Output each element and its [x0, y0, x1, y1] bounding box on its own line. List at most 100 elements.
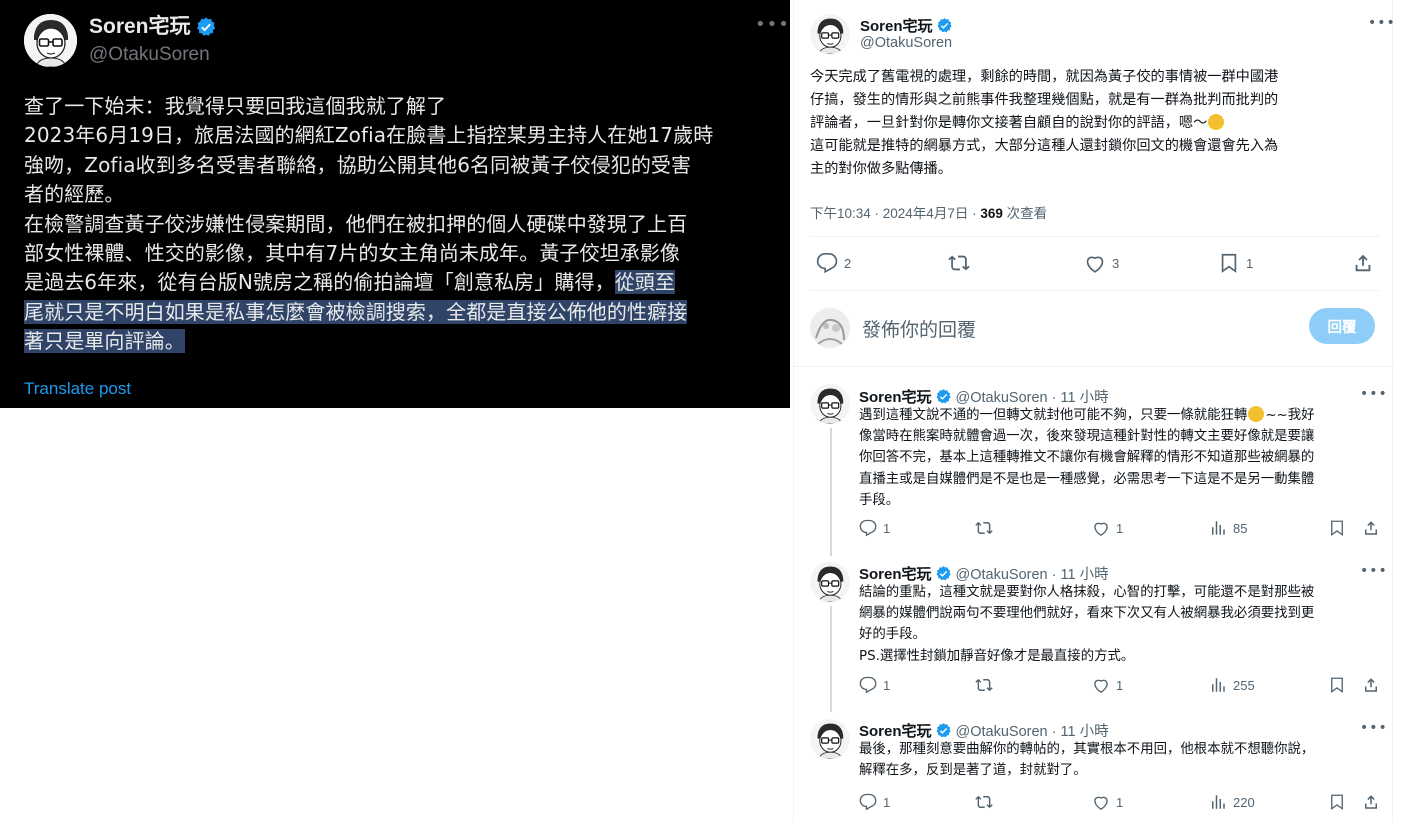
tweet-line: 強吻，Zofia收到多名受害者聯絡，協助公開其他6名同被黃子佼侵犯的受害	[24, 152, 692, 177]
more-icon[interactable]: •••	[755, 13, 790, 37]
views-count: 255	[1233, 677, 1255, 693]
author-name-row[interactable]: Soren宅玩 @OtakuSoren · 11 小時	[859, 720, 1109, 741]
reply-line-text: 遇到這種文說不通的一但轉文就封他可能不夠，只要一條就能狂轉	[859, 408, 1248, 423]
verified-badge-icon	[935, 722, 952, 739]
like-button[interactable]: 3	[1084, 252, 1119, 274]
author-handle-time[interactable]: @OtakuSoren · 11 小時	[956, 386, 1109, 407]
share-button[interactable]	[1362, 519, 1380, 537]
like-icon	[1084, 252, 1106, 274]
author-name-row[interactable]: Soren宅玩	[89, 14, 217, 40]
author-name[interactable]: Soren宅玩	[859, 563, 932, 584]
reply-submit-button[interactable]: 回覆	[1309, 308, 1375, 344]
bookmark-icon	[1218, 252, 1240, 274]
share-button[interactable]	[1362, 793, 1380, 811]
views-button[interactable]: 220	[1209, 793, 1255, 811]
highlighted-text: 著只是單向評論。	[24, 329, 185, 354]
reply-line: 遇到這種文說不通的一但轉文就封他可能不夠，只要一條就能狂轉 ~~我好	[859, 405, 1379, 426]
bookmark-icon	[1328, 676, 1346, 694]
views-icon	[1209, 793, 1227, 811]
bookmark-button[interactable]: 1	[1218, 252, 1253, 274]
reply-button[interactable]: 1	[859, 676, 890, 694]
tweet-line: 2023年6月19日，旅居法國的網紅Zofia在臉書上指控某男主持人在她17歲時	[24, 123, 714, 148]
verified-badge-icon	[935, 565, 952, 582]
like-icon	[1092, 676, 1110, 694]
author-name-row[interactable]: Soren宅玩	[860, 15, 953, 36]
more-icon[interactable]: •••	[1360, 386, 1388, 402]
more-icon[interactable]: •••	[1368, 15, 1396, 31]
verified-badge-icon	[935, 388, 952, 405]
tweet-line: 是過去6年來，從有台版N號房之稱的偷拍論壇「創意私房」購得，從頭至	[24, 268, 784, 297]
views-button[interactable]: 255	[1209, 676, 1255, 694]
tweet-line: 著只是單向評論。	[24, 327, 784, 356]
like-button[interactable]: 1	[1092, 793, 1123, 811]
more-icon[interactable]: •••	[1360, 720, 1388, 736]
bookmark-button[interactable]	[1328, 676, 1346, 694]
author-name[interactable]: Soren宅玩	[859, 386, 932, 407]
retweet-icon	[975, 676, 993, 694]
author-name[interactable]: Soren宅玩	[89, 14, 191, 40]
author-name-row[interactable]: Soren宅玩 @OtakuSoren · 11 小時	[859, 563, 1109, 584]
share-icon	[1362, 519, 1380, 537]
avatar[interactable]	[810, 719, 850, 759]
reply-count: 2	[844, 255, 852, 271]
timestamp[interactable]: 下午10:34 · 2024年4月7日 ·	[810, 206, 980, 221]
tweet-line: 部女性裸體、性交的影像，其中有7片的女主角尚未成年。黃子佼坦承影像	[24, 241, 681, 266]
retweet-icon	[948, 252, 970, 274]
tweet-line-text: 是過去6年來，從有台版N號房之稱的偷拍論壇「創意私房」購得，	[24, 270, 615, 295]
like-count: 1	[1116, 794, 1124, 810]
bookmark-button[interactable]	[1328, 519, 1346, 537]
author-handle[interactable]: @OtakuSoren	[89, 43, 210, 67]
verified-badge-icon	[936, 17, 953, 34]
tweet-line-text: 評論者，一旦針對你是轉你文接著自顧自的說對你的評語，嗯～	[810, 115, 1208, 131]
author-handle[interactable]: @OtakuSoren	[860, 35, 952, 51]
reply-line: 直播主或是自媒體們是不是也是一種感覺，必需思考一下這是不是另一動集體	[859, 471, 1315, 487]
retweet-button[interactable]	[975, 676, 993, 694]
reply-text: 遇到這種文說不通的一但轉文就封他可能不夠，只要一條就能狂轉 ~~我好 像當時在熊案…	[859, 405, 1379, 511]
like-count: 1	[1116, 520, 1124, 536]
divider	[794, 366, 1394, 367]
view-count: 369	[980, 206, 1003, 221]
bookmark-icon	[1328, 793, 1346, 811]
retweet-button[interactable]	[975, 519, 993, 537]
verified-badge-icon	[195, 16, 217, 38]
like-button[interactable]: 1	[1092, 519, 1123, 537]
thread-connector	[830, 428, 832, 556]
translate-post-link[interactable]: Translate post	[24, 378, 131, 400]
avatar[interactable]	[810, 562, 850, 602]
share-icon	[1352, 252, 1374, 274]
bookmark-button[interactable]	[1328, 793, 1346, 811]
author-handle-time[interactable]: @OtakuSoren · 11 小時	[956, 720, 1109, 741]
more-icon[interactable]: •••	[1360, 563, 1388, 579]
avatar[interactable]	[810, 308, 850, 348]
tweet-line: 尾就只是不明白如果是私事怎麼會被檢調搜索，全都是直接公佈他的性癖接	[24, 298, 784, 327]
views-button[interactable]: 85	[1209, 519, 1247, 537]
reply-count: 1	[883, 520, 891, 536]
author-name-row[interactable]: Soren宅玩 @OtakuSoren · 11 小時	[859, 386, 1109, 407]
tweet-line: 主的對你做多點傳播。	[810, 161, 952, 177]
author-name[interactable]: Soren宅玩	[860, 15, 933, 36]
reply-button[interactable]: 1	[859, 793, 890, 811]
retweet-button[interactable]	[948, 252, 970, 274]
views-count: 220	[1233, 794, 1255, 810]
like-icon	[1092, 793, 1110, 811]
avatar[interactable]	[810, 384, 850, 424]
tweet-line: 今天完成了舊電視的處理，剩餘的時間，就因為黃子佼的事情被一群中國港	[810, 69, 1279, 85]
highlighted-text: 尾就只是不明白如果是私事怎麼會被檢調搜索，全都是直接公佈他的性癖接	[24, 299, 688, 324]
reply-button[interactable]: 1	[859, 519, 890, 537]
retweet-icon	[975, 793, 993, 811]
reply-icon	[859, 793, 877, 811]
retweet-button[interactable]	[975, 793, 993, 811]
like-button[interactable]: 1	[1092, 676, 1123, 694]
share-button[interactable]	[1362, 676, 1380, 694]
avatar[interactable]	[810, 14, 850, 54]
author-name[interactable]: Soren宅玩	[859, 720, 932, 741]
reply-input[interactable]: 發佈你的回覆	[862, 315, 976, 342]
share-button[interactable]	[1352, 252, 1374, 274]
author-handle-time[interactable]: @OtakuSoren · 11 小時	[956, 563, 1109, 584]
right-tweet-thread: Soren宅玩 @OtakuSoren ••• 今天完成了舊電視的處理，剩餘的時…	[793, 0, 1396, 822]
avatar[interactable]	[24, 14, 77, 67]
thread-connector	[830, 606, 832, 712]
like-count: 3	[1112, 255, 1120, 271]
reply-button[interactable]: 2	[816, 252, 851, 274]
reply-line: 最後，那種刻意要曲解你的轉帖的，其實根本不用回，他根本就不想聽你說，	[859, 742, 1315, 757]
